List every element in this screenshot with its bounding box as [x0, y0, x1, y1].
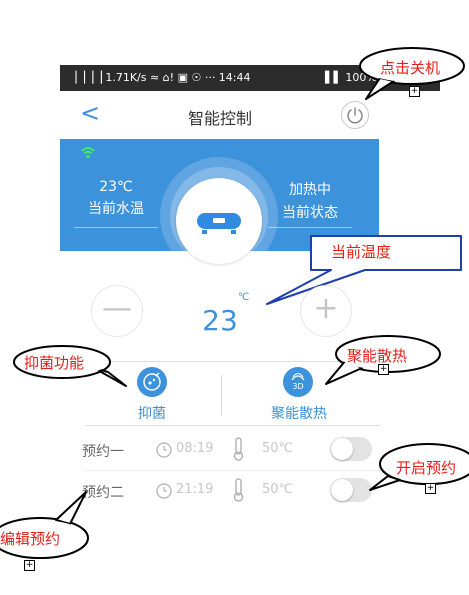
water-temp-stat: 23℃ 当前水温 — [74, 179, 158, 228]
temperature-unit: ℃ — [238, 292, 250, 303]
power-button[interactable] — [341, 101, 369, 129]
antibacterial-icon — [143, 372, 161, 391]
callout-antibacterial-text: 抑菌功能 — [24, 354, 85, 372]
status-bar-left: ▕▕▕▕ 1.71K/s ≈ ⌂! ▣ ☉ ··· 14:44 — [68, 71, 251, 84]
schedule-time: 21:19 — [176, 482, 214, 497]
callout-edit-schedule — [0, 491, 89, 559]
callout-power-off-text: 点击关机 — [380, 59, 441, 77]
divider — [74, 227, 158, 228]
expand-icon: + — [24, 560, 35, 571]
antibacterial-button[interactable] — [137, 367, 167, 397]
water-heater-icon — [197, 213, 241, 234]
device-circle — [176, 178, 262, 264]
toggle-knob — [331, 479, 353, 501]
wifi-icon — [81, 147, 95, 159]
toggle-knob — [331, 438, 353, 460]
header: < 智能控制 — [60, 91, 380, 139]
heat-dissipation-icon-text: 3D — [292, 382, 304, 391]
thermometer-icon — [233, 437, 244, 461]
thermometer-icon — [233, 478, 244, 502]
schedule-row[interactable]: 预约二 21:19 50℃ — [60, 476, 380, 506]
decrease-temp-button[interactable]: — — [91, 285, 143, 337]
state-label: 当前状态 — [282, 205, 338, 221]
schedule-temp: 50℃ — [262, 441, 294, 456]
feature-divider — [221, 375, 222, 415]
clock-icon — [156, 442, 172, 458]
callout-enable-schedule-text: 开启预约 — [396, 459, 457, 477]
heat-dissipation-button[interactable]: 3D — [283, 367, 313, 397]
schedule-row[interactable]: 预约一 08:19 50℃ — [60, 435, 380, 465]
water-temp-label: 当前水温 — [88, 201, 144, 217]
expand-icon: + — [409, 86, 420, 97]
antibacterial-label[interactable]: 抑菌 — [118, 403, 186, 423]
callout-current-temp-text: 当前温度 — [331, 243, 392, 261]
power-icon — [347, 107, 363, 124]
state-stat: 加热中 当前状态 — [268, 179, 352, 228]
expand-icon: + — [378, 364, 389, 375]
clock-icon — [156, 483, 172, 499]
divider — [85, 470, 380, 471]
schedule-temp: 50℃ — [262, 482, 294, 497]
heat-dissipation-label[interactable]: 聚能散热 — [258, 403, 340, 423]
state-value: 加热中 — [289, 182, 331, 198]
divider — [268, 227, 352, 228]
divider — [85, 425, 380, 426]
callout-edit-schedule-text: 编辑预约 — [0, 530, 61, 548]
schedule-name[interactable]: 预约一 — [82, 441, 124, 461]
page-title: 智能控制 — [187, 109, 252, 128]
temperature-value: 23 — [202, 304, 238, 337]
callout-heat-text: 聚能散热 — [347, 347, 408, 365]
expand-icon: + — [425, 483, 436, 494]
schedule-time: 08:19 — [176, 441, 214, 456]
water-temp-value: 23℃ — [99, 179, 133, 195]
